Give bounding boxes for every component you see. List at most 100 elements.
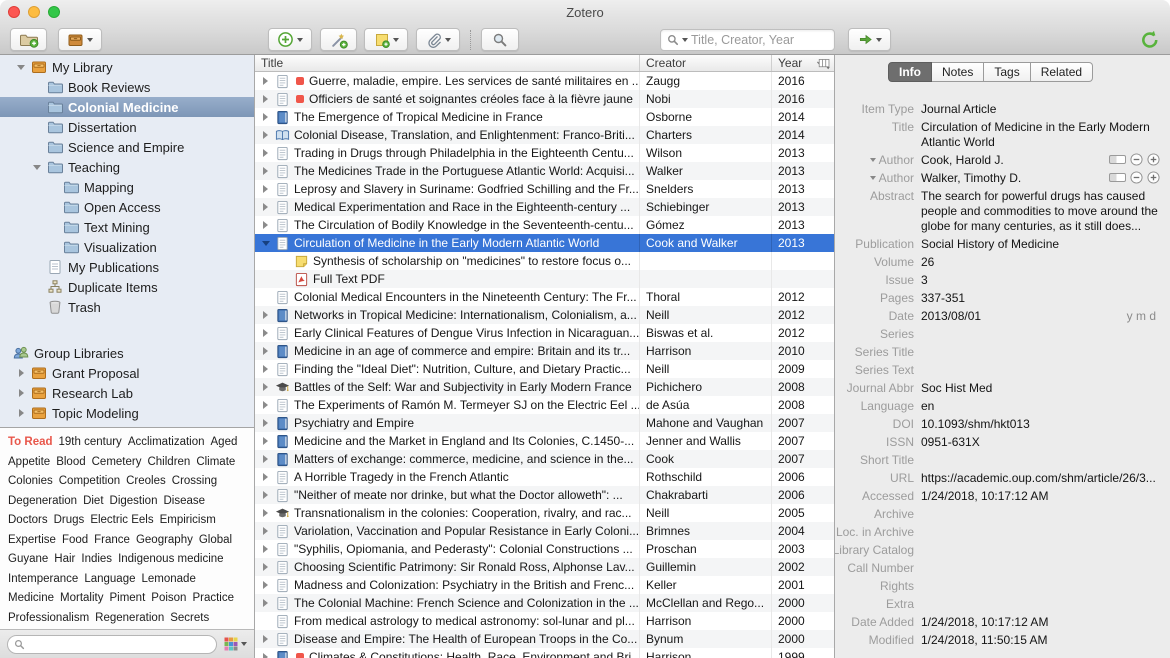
sidebar-item-my-library[interactable]: My Library [0, 57, 254, 77]
item-row[interactable]: Trading in Drugs through Philadelphia in… [255, 144, 834, 162]
new-note-button[interactable] [364, 28, 408, 51]
add-author-button[interactable] [1147, 153, 1160, 166]
sidebar-item-book-reviews[interactable]: Book Reviews [0, 77, 254, 97]
advanced-search-button[interactable] [481, 28, 519, 51]
tag-colonies[interactable]: Colonies [8, 472, 53, 492]
disclosure-collapsed-icon[interactable] [259, 437, 272, 445]
tag-intemperance[interactable]: Intemperance [8, 570, 78, 590]
disclosure-collapsed-icon[interactable] [259, 203, 272, 211]
attachment-row[interactable]: Synthesis of scholarship on "medicines" … [255, 252, 834, 270]
tag-food[interactable]: Food [62, 531, 88, 551]
disclosure-expanded-icon[interactable] [12, 65, 30, 70]
tag-search-input[interactable] [29, 637, 210, 651]
item-row[interactable]: Battles of the Self: War and Subjectivit… [255, 378, 834, 396]
item-row[interactable]: Colonial Medical Encounters in the Ninet… [255, 288, 834, 306]
disclosure-collapsed-icon[interactable] [259, 635, 272, 643]
sidebar-item-duplicate-items[interactable]: Duplicate Items [0, 277, 254, 297]
disclosure-collapsed-icon[interactable] [12, 369, 30, 377]
item-row[interactable]: Networks in Tropical Medicine: Internati… [255, 306, 834, 324]
disclosure-expanded-icon[interactable] [259, 241, 272, 246]
disclosure-collapsed-icon[interactable] [259, 185, 272, 193]
tag-disease[interactable]: Disease [163, 492, 205, 512]
name-field-toggle[interactable] [1109, 155, 1126, 164]
disclosure-collapsed-icon[interactable] [259, 347, 272, 355]
field-value[interactable]: 10.1093/shm/hkt013 [921, 417, 1166, 432]
sidebar-item-grant-proposal[interactable]: Grant Proposal [0, 363, 254, 383]
add-author-button[interactable] [1147, 171, 1160, 184]
add-by-identifier-button[interactable] [320, 28, 357, 51]
tab-tags[interactable]: Tags [984, 62, 1030, 82]
tag-practice[interactable]: Practice [192, 589, 234, 609]
sidebar-item-research-lab[interactable]: Research Lab [0, 383, 254, 403]
name-field-toggle[interactable] [1109, 173, 1126, 182]
disclosure-collapsed-icon[interactable] [259, 599, 272, 607]
disclosure-collapsed-icon[interactable] [12, 409, 30, 417]
item-row[interactable]: The Medicines Trade in the Portuguese At… [255, 162, 834, 180]
field-value[interactable]: Walker, Timothy D. [921, 171, 1105, 186]
column-header-creator[interactable]: Creator [640, 55, 772, 71]
disclosure-collapsed-icon[interactable] [259, 131, 272, 139]
item-row[interactable]: Medical Experimentation and Race in the … [255, 198, 834, 216]
tag-search-field[interactable] [7, 635, 217, 654]
disclosure-collapsed-icon[interactable] [259, 113, 272, 121]
item-row[interactable]: Medicine in an age of commerce and empir… [255, 342, 834, 360]
disclosure-collapsed-icon[interactable] [259, 329, 272, 337]
sidebar-item-mapping[interactable]: Mapping [0, 177, 254, 197]
item-row[interactable]: Psychiatry and EmpireMahone and Vaughan2… [255, 414, 834, 432]
field-value[interactable]: 2013/08/01 [921, 309, 1121, 324]
disclosure-collapsed-icon[interactable] [259, 419, 272, 427]
field-value[interactable]: 0951-631X [921, 435, 1166, 450]
tab-notes[interactable]: Notes [932, 62, 984, 82]
column-header-title[interactable]: Title [255, 55, 640, 71]
item-row[interactable]: "Neither of meate nor drinke, but what t… [255, 486, 834, 504]
tag-professionalism[interactable]: Professionalism [8, 609, 89, 629]
disclosure-collapsed-icon[interactable] [259, 509, 272, 517]
disclosure-collapsed-icon[interactable] [259, 401, 272, 409]
remove-author-button[interactable] [1130, 153, 1143, 166]
disclosure-collapsed-icon[interactable] [259, 581, 272, 589]
tag-hair[interactable]: Hair [54, 550, 75, 570]
titlebar[interactable]: Zotero [0, 0, 1170, 25]
tab-info[interactable]: Info [888, 62, 932, 82]
tag-language[interactable]: Language [84, 570, 135, 590]
item-row[interactable]: Choosing Scientific Patrimony: Sir Ronal… [255, 558, 834, 576]
disclosure-collapsed-icon[interactable] [259, 563, 272, 571]
sync-button[interactable] [1140, 30, 1160, 55]
tag-degeneration[interactable]: Degeneration [8, 492, 77, 512]
disclosure-expanded-icon[interactable] [28, 165, 46, 170]
sidebar-item-dissertation[interactable]: Dissertation [0, 117, 254, 137]
tag-acclimatization[interactable]: Acclimatization [128, 433, 205, 453]
item-row[interactable]: Matters of exchange: commerce, medicine,… [255, 450, 834, 468]
item-row[interactable]: Circulation of Medicine in the Early Mod… [255, 234, 834, 252]
tag-doctors[interactable]: Doctors [8, 511, 48, 531]
attachment-row[interactable]: Full Text PDF [255, 270, 834, 288]
disclosure-collapsed-icon[interactable] [259, 383, 272, 391]
item-row[interactable]: Finding the "Ideal Diet": Nutrition, Cul… [255, 360, 834, 378]
tag-cemetery[interactable]: Cemetery [92, 453, 142, 473]
item-row[interactable]: Medicine and the Market in England and I… [255, 432, 834, 450]
field-value[interactable]: Social History of Medicine [921, 237, 1166, 252]
sidebar-item-visualization[interactable]: Visualization [0, 237, 254, 257]
tag-19th-century[interactable]: 19th century [59, 433, 122, 453]
column-picker-button[interactable] [818, 57, 831, 73]
tag-indigenous-medicine[interactable]: Indigenous medicine [118, 550, 224, 570]
sidebar-item-text-mining[interactable]: Text Mining [0, 217, 254, 237]
tag-appetite[interactable]: Appetite [8, 453, 50, 473]
item-row[interactable]: Leprosy and Slavery in Suriname: Godfrie… [255, 180, 834, 198]
sidebar-item-teaching[interactable]: Teaching [0, 157, 254, 177]
tag-lemonade[interactable]: Lemonade [142, 570, 196, 590]
disclosure-collapsed-icon[interactable] [259, 95, 272, 103]
quick-search-field[interactable] [660, 29, 835, 51]
tag-digestion[interactable]: Digestion [110, 492, 158, 512]
new-library-button[interactable] [58, 28, 102, 51]
tag-creoles[interactable]: Creoles [126, 472, 166, 492]
item-row[interactable]: Guerre, maladie, empire. Les services de… [255, 72, 834, 90]
item-row[interactable]: "Syphilis, Opiomania, and Pederasty": Co… [255, 540, 834, 558]
locate-button[interactable] [848, 28, 891, 51]
disclosure-collapsed-icon[interactable] [259, 491, 272, 499]
sidebar-item-group-libraries[interactable]: Group Libraries [0, 343, 254, 363]
tag-indies[interactable]: Indies [81, 550, 112, 570]
author-options-caret-icon[interactable] [870, 158, 876, 162]
disclosure-collapsed-icon[interactable] [259, 455, 272, 463]
sidebar-item-open-access[interactable]: Open Access [0, 197, 254, 217]
